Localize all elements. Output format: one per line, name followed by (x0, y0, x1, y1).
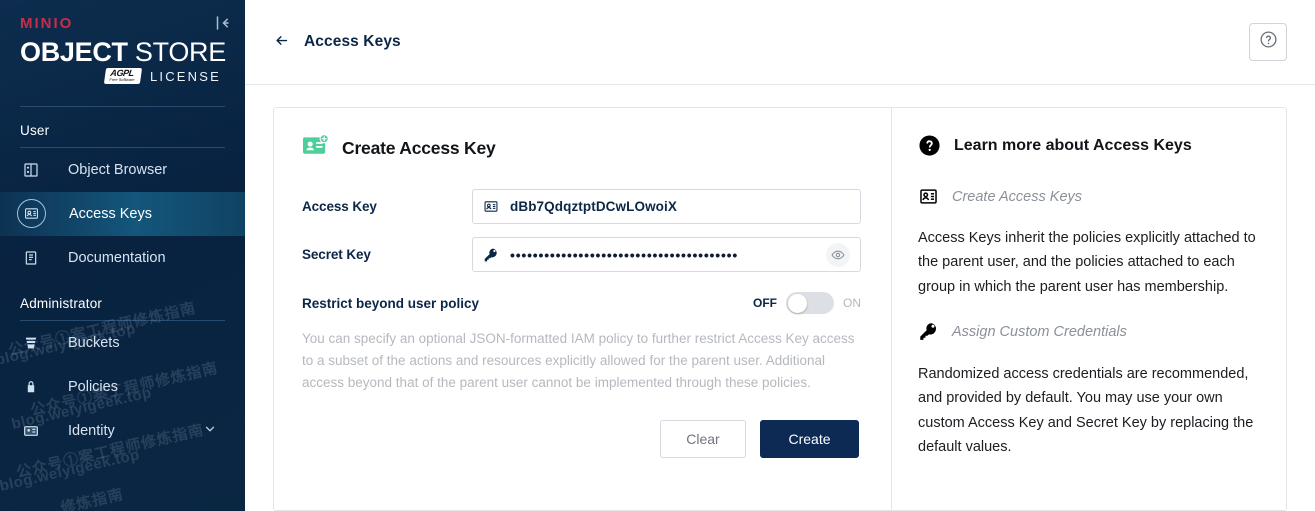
access-key-value: dBb7QdqztptDCwLOwoiX (510, 199, 677, 214)
license-row: AGPL Free Software LICENSE (20, 68, 225, 84)
license-label: LICENSE (149, 68, 221, 84)
content-area: Create Access Key Access Key dBb7Qdqztpt… (245, 85, 1315, 511)
restrict-policy-toggle[interactable] (786, 292, 834, 314)
help-circle-icon (1259, 30, 1278, 54)
toggle-knob (788, 293, 807, 313)
secret-key-input[interactable]: •••••••••••••••••••••••••••••••••••••••• (472, 237, 861, 272)
learn-more-panel: Learn more about Access Keys Create Acce… (891, 108, 1286, 510)
access-key-input[interactable]: dBb7QdqztptDCwLOwoiX (472, 189, 861, 224)
id-card-icon (918, 187, 939, 206)
create-button[interactable]: Create (760, 419, 859, 458)
id-card-icon (483, 199, 501, 214)
documentation-icon (20, 247, 42, 269)
sidebar-section-administrator: Administrator (20, 295, 103, 311)
access-key-panel: Create Access Key Access Key dBb7Qdqztpt… (273, 107, 1287, 511)
create-access-keys-label: Create Access Keys (952, 188, 1083, 205)
agpl-badge: AGPL Free Software (103, 68, 143, 84)
toggle-off-label: OFF (753, 296, 777, 310)
create-access-key-icon (302, 134, 329, 163)
watermark: blog.weiyigeek.top (0, 446, 142, 495)
form-actions: Clear Create (302, 419, 861, 458)
help-circle-filled-icon (918, 134, 941, 157)
learn-more-paragraph-1: Access Keys inherit the policies explici… (918, 230, 1256, 295)
sidebar-item-label: Buckets (68, 334, 120, 351)
sidebar-item-label: Documentation (68, 249, 166, 266)
watermark: 修炼指南 (59, 485, 126, 511)
eye-icon[interactable] (826, 242, 850, 267)
create-access-key-form: Create Access Key Access Key dBb7Qdqztpt… (274, 108, 891, 510)
sidebar-item-label: Identity (68, 422, 115, 439)
access-key-label: Access Key (302, 199, 377, 214)
object-browser-icon (20, 159, 42, 181)
assign-custom-credentials-subheading: Assign Custom Credentials (918, 321, 1258, 342)
bucket-icon (20, 332, 42, 354)
toggle-on-label: ON (843, 296, 861, 310)
learn-more-title: Learn more about Access Keys (954, 136, 1192, 154)
clear-button[interactable]: Clear (660, 419, 746, 458)
policy-lock-icon (20, 376, 42, 398)
form-title: Create Access Key (342, 138, 496, 158)
collapse-sidebar-icon[interactable] (211, 12, 233, 34)
access-key-row: Access Key dBb7QdqztptDCwLOwoiX (302, 189, 861, 224)
sidebar-item-label: Policies (68, 378, 118, 395)
sidebar-item-buckets[interactable]: Buckets (0, 321, 245, 365)
sidebar-item-policies[interactable]: Policies (0, 365, 245, 409)
restrict-policy-description: You can specify an optional JSON-formatt… (302, 331, 855, 390)
agpl-badge-subtext: Free Software (108, 77, 135, 83)
help-button[interactable] (1249, 23, 1287, 61)
access-keys-icon (17, 199, 46, 229)
chevron-down-icon[interactable] (203, 422, 217, 440)
breadcrumb[interactable]: Access Keys (273, 33, 401, 51)
back-arrow-icon[interactable] (273, 33, 290, 51)
sidebar-item-identity[interactable]: Identity (0, 409, 245, 453)
key-icon (483, 247, 501, 263)
app-root: MINIO OBJECT STORE AGPL Free Software LI… (0, 0, 1315, 511)
wordmark-object: OBJECT (20, 37, 128, 67)
identity-icon (20, 420, 42, 442)
sidebar-item-documentation[interactable]: Documentation (0, 236, 245, 280)
page-title: Access Keys (304, 33, 401, 50)
object-store-wordmark: OBJECT STORE (20, 37, 226, 67)
sidebar-item-label: Object Browser (68, 161, 168, 178)
sidebar-item-object-browser[interactable]: Object Browser (0, 148, 245, 192)
key-icon (918, 321, 939, 342)
learn-more-header: Learn more about Access Keys (918, 134, 1258, 157)
restrict-policy-label: Restrict beyond user policy (302, 295, 480, 311)
secret-key-value: •••••••••••••••••••••••••••••••••••••••• (510, 246, 739, 263)
sidebar-item-label: Access Keys (69, 205, 152, 222)
assign-custom-credentials-label: Assign Custom Credentials (952, 323, 1127, 340)
learn-more-paragraph-2: Randomized access credentials are recomm… (918, 366, 1254, 456)
sidebar: MINIO OBJECT STORE AGPL Free Software LI… (0, 0, 245, 511)
wordmark-store: STORE (134, 37, 226, 67)
sidebar-brand: MINIO OBJECT STORE AGPL Free Software LI… (0, 0, 245, 84)
secret-key-row: Secret Key •••••••••••••••••••••••••••••… (302, 237, 861, 272)
main-area: Access Keys Create Access Key Access Key… (245, 0, 1315, 511)
sidebar-item-access-keys[interactable]: Access Keys (0, 191, 245, 236)
top-bar: Access Keys (245, 0, 1315, 85)
sidebar-section-user: User (20, 122, 50, 138)
secret-key-label: Secret Key (302, 247, 371, 262)
create-access-keys-subheading: Create Access Keys (918, 187, 1258, 206)
restrict-policy-row: Restrict beyond user policy OFF ON (302, 292, 861, 314)
form-header: Create Access Key (302, 134, 861, 163)
minio-wordmark: MINIO (20, 15, 74, 32)
